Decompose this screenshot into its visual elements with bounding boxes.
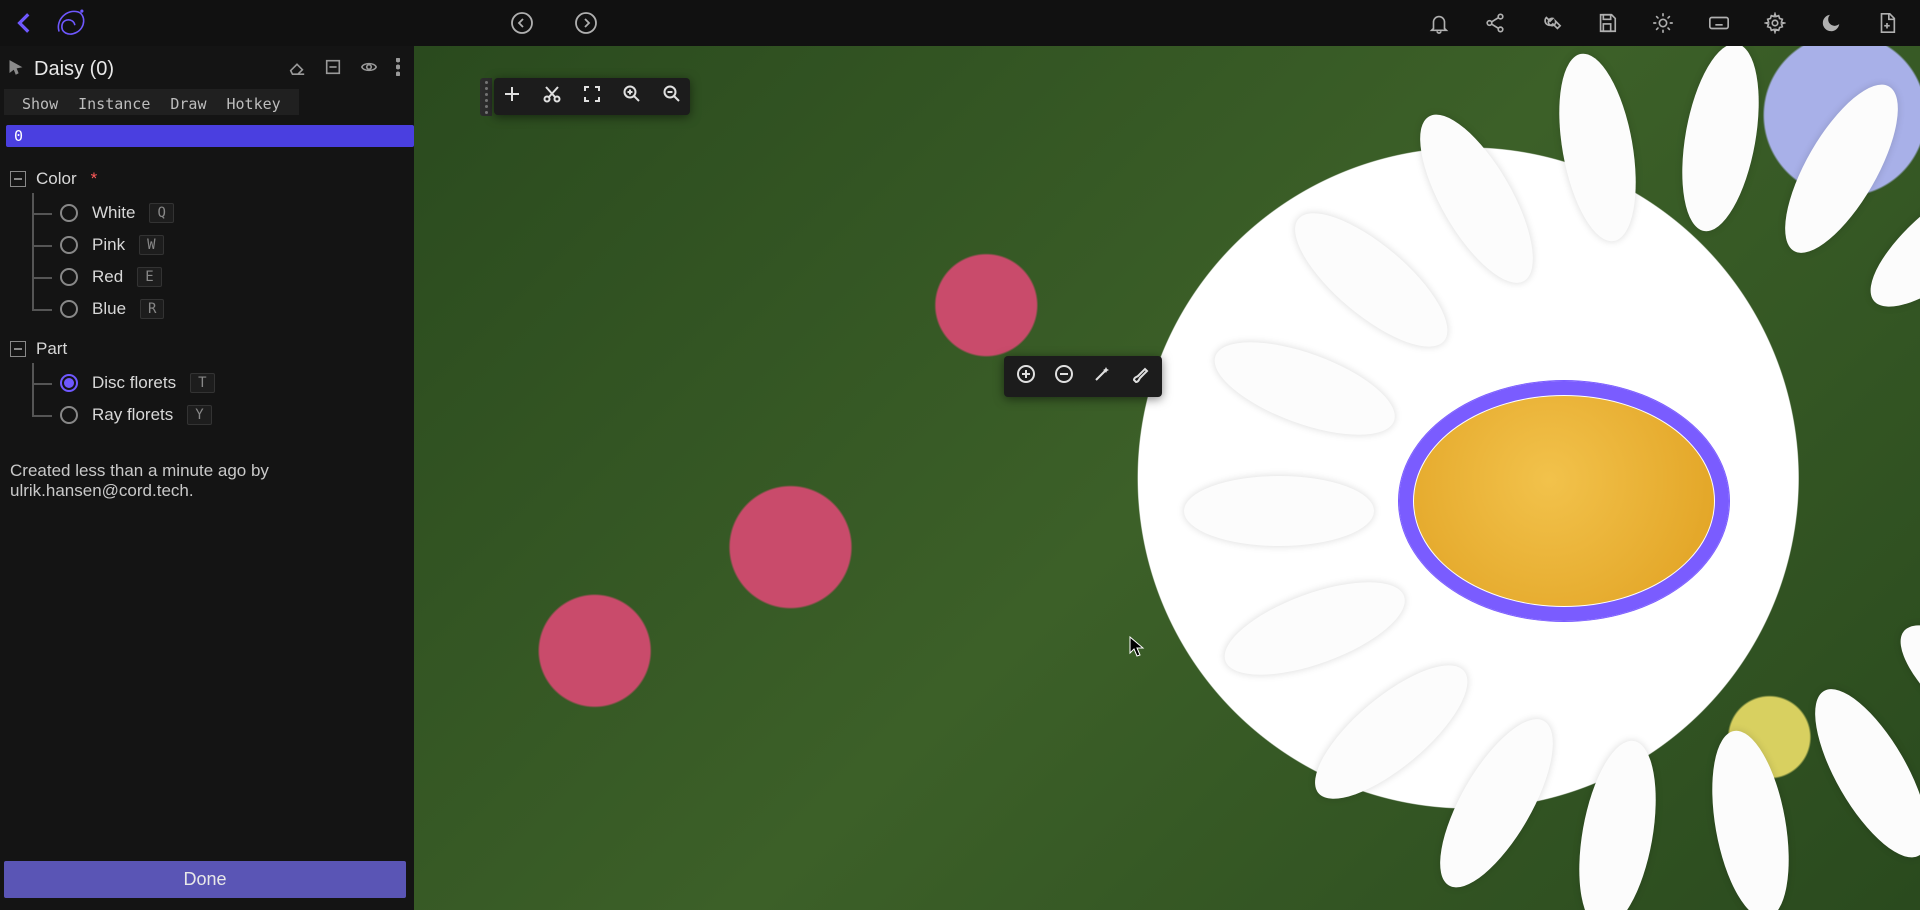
option-label: Blue xyxy=(92,299,126,319)
hotkey-badge: R xyxy=(140,299,164,319)
radio-icon[interactable] xyxy=(60,236,78,254)
tab-hotkey[interactable]: Hotkey xyxy=(217,93,291,115)
done-button[interactable]: Done xyxy=(4,861,406,898)
collapse-icon[interactable] xyxy=(10,341,26,357)
hotkey-badge: Y xyxy=(187,405,211,425)
option-red[interactable]: Red E xyxy=(32,261,404,293)
tab-show[interactable]: Show xyxy=(12,93,68,115)
sidebar-tabs: Show Instance Draw Hotkey xyxy=(4,89,299,115)
collapse-icon[interactable] xyxy=(10,171,26,187)
cut-tool-icon[interactable] xyxy=(542,84,562,109)
mouse-cursor xyxy=(1129,636,1145,658)
keyboard-icon[interactable] xyxy=(1708,12,1730,34)
minimize-icon[interactable] xyxy=(324,58,342,81)
fit-screen-icon[interactable] xyxy=(582,84,602,109)
hotkey-badge: W xyxy=(139,235,163,255)
mask-toolbar xyxy=(1004,356,1162,397)
option-ray-florets[interactable]: Ray florets Y xyxy=(32,399,404,431)
brightness-icon[interactable] xyxy=(1652,12,1674,34)
option-label: Pink xyxy=(92,235,125,255)
cursor-tool-icon[interactable] xyxy=(8,59,24,80)
more-menu-icon[interactable] xyxy=(396,58,400,81)
eraser-icon[interactable] xyxy=(288,58,306,81)
option-white[interactable]: White Q xyxy=(32,197,404,229)
app-logo xyxy=(50,3,90,43)
visibility-icon[interactable] xyxy=(360,58,378,81)
top-toolbar xyxy=(0,0,1920,46)
radio-icon[interactable] xyxy=(60,406,78,424)
option-label: Ray florets xyxy=(92,405,173,425)
magic-wand-icon[interactable] xyxy=(1092,364,1112,389)
settings-icon[interactable] xyxy=(1764,12,1786,34)
toolbar-grip[interactable] xyxy=(480,78,492,116)
prev-image-button[interactable] xyxy=(510,11,534,35)
zoom-in-icon[interactable] xyxy=(622,84,642,109)
brush-icon[interactable] xyxy=(1130,364,1150,389)
share-icon[interactable] xyxy=(1484,12,1506,34)
image-canvas[interactable] xyxy=(414,46,1920,910)
instance-count-badge: 0 xyxy=(6,125,414,147)
group-color[interactable]: Color * xyxy=(10,165,404,193)
radio-icon[interactable] xyxy=(60,268,78,286)
tools-icon[interactable] xyxy=(1540,12,1562,34)
tab-instance[interactable]: Instance xyxy=(68,93,160,115)
back-button[interactable] xyxy=(12,10,38,36)
mask-add-icon[interactable] xyxy=(1016,364,1036,389)
group-part[interactable]: Part xyxy=(10,335,404,363)
option-pink[interactable]: Pink W xyxy=(32,229,404,261)
zoom-out-icon[interactable] xyxy=(662,84,682,109)
canvas-toolbar xyxy=(494,78,690,115)
hotkey-badge: T xyxy=(190,373,214,393)
radio-icon[interactable] xyxy=(60,204,78,222)
group-label: Part xyxy=(36,339,67,359)
segmentation-mask[interactable] xyxy=(1399,381,1729,621)
document-icon[interactable] xyxy=(1876,12,1898,34)
notifications-icon[interactable] xyxy=(1428,12,1450,34)
group-label: Color xyxy=(36,169,77,189)
dark-mode-icon[interactable] xyxy=(1820,12,1842,34)
option-label: Disc florets xyxy=(92,373,176,393)
creation-meta: Created less than a minute ago by ulrik.… xyxy=(10,431,404,501)
next-image-button[interactable] xyxy=(574,11,598,35)
option-blue[interactable]: Blue R xyxy=(32,293,404,325)
hotkey-badge: Q xyxy=(149,203,173,223)
tab-draw[interactable]: Draw xyxy=(160,93,216,115)
required-marker: * xyxy=(91,169,98,189)
radio-icon[interactable] xyxy=(60,300,78,318)
option-disc-florets[interactable]: Disc florets T xyxy=(32,367,404,399)
option-label: Red xyxy=(92,267,123,287)
add-tool-icon[interactable] xyxy=(502,84,522,109)
radio-icon[interactable] xyxy=(60,374,78,392)
save-icon[interactable] xyxy=(1596,12,1618,34)
annotation-sidebar: Daisy (0) Show Instance Draw Hotkey 0 Co… xyxy=(0,46,414,910)
option-label: White xyxy=(92,203,135,223)
mask-subtract-icon[interactable] xyxy=(1054,364,1074,389)
hotkey-badge: E xyxy=(137,267,161,287)
object-class-title: Daisy (0) xyxy=(34,58,278,81)
